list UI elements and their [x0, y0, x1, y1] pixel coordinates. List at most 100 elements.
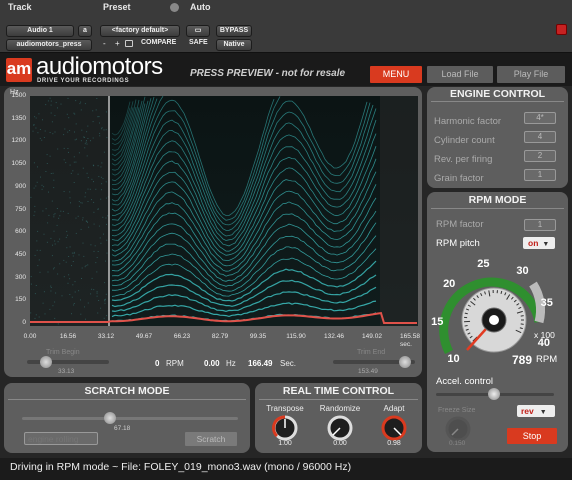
compare-button[interactable]: COMPARE	[141, 39, 176, 46]
rpm-factor-label: RPM factor	[436, 219, 484, 230]
gauge-tick-label: 30	[516, 265, 529, 278]
spectrogram-display[interactable]	[30, 96, 418, 326]
menu-button[interactable]: MENU	[370, 66, 422, 83]
y-tick-label: 600	[15, 228, 26, 236]
x-tick-label: 16.56	[59, 333, 77, 340]
engine-control-rows: Harmonic factor 4* Cylinder count 4 Rev.…	[434, 111, 556, 187]
divider	[431, 101, 564, 102]
rpm-mode-title: RPM MODE	[468, 194, 527, 206]
rpm-pitch-label: RPM pitch	[436, 238, 480, 249]
engine-row-harmonic: Harmonic factor 4*	[434, 111, 556, 130]
y-tick-label: 450	[15, 250, 26, 258]
brand-tagline: DRIVE YOUR RECORDINGS	[37, 78, 130, 84]
accel-slider-handle[interactable]	[488, 388, 500, 400]
rpm-readout: 789	[512, 353, 533, 367]
rpm-pitch-select[interactable]: on ▼	[523, 237, 555, 249]
harmonic-factor-label: Harmonic factor	[434, 116, 502, 127]
x-tick-label: 132.46	[324, 333, 344, 340]
trim-begin-handle[interactable]	[40, 356, 52, 368]
grain-factor-field[interactable]: 1	[524, 169, 556, 181]
y-tick-label: 300	[15, 273, 26, 281]
x-tick-label: 33.12	[97, 333, 115, 340]
sec-readout-value: 166.49	[248, 359, 273, 368]
gauge-tick-label: 20	[443, 278, 456, 291]
freeze-size-knob[interactable]	[444, 415, 472, 443]
x-tick-label: 66.23	[173, 333, 191, 340]
freeze-size-value: 0.150	[449, 440, 466, 447]
trim-end-handle[interactable]	[399, 356, 411, 368]
engine-row-rev: Rev. per firing 2	[434, 149, 556, 168]
trim-end-value: 153.49	[358, 368, 378, 375]
status-bar: Driving in RPM mode ~ File: FOLEY_019_mo…	[0, 458, 572, 480]
x-tick-label: 82.79	[211, 333, 229, 340]
track-label: Track	[8, 2, 32, 12]
transpose-label: Transpose	[266, 404, 304, 413]
rev-per-firing-label: Rev. per firing	[434, 154, 493, 165]
preset-menu-icon[interactable]	[170, 3, 179, 12]
gauge-tick-label: 10	[447, 352, 460, 365]
play-file-button[interactable]: Play File	[497, 66, 565, 83]
adapt-knob[interactable]	[380, 414, 408, 442]
safe-button[interactable]: SAFE	[189, 39, 208, 46]
trim-begin-value: 33.13	[58, 368, 75, 375]
plugin-window-icon[interactable]	[556, 24, 567, 35]
gauge-tick-label: 35	[540, 296, 553, 309]
y-tick-label: 0	[22, 319, 26, 326]
native-button[interactable]: Native	[216, 39, 252, 51]
randomize-knob[interactable]	[326, 414, 354, 442]
hz-readout-value: 0.00	[204, 359, 220, 368]
y-tick-label: 750	[15, 205, 26, 213]
x-tick-label: 49.67	[135, 333, 153, 340]
hz-readout-unit: Hz	[226, 359, 236, 368]
engine-control-title: ENGINE CONTROL	[449, 88, 546, 100]
copy-icon[interactable]	[125, 40, 133, 47]
scratch-mode-title: SCRATCH MODE	[84, 385, 170, 397]
gauge-tick-label: 25	[477, 257, 490, 270]
preset-prev-button[interactable]: -	[103, 39, 106, 48]
scratch-button[interactable]: Scratch	[185, 432, 237, 446]
direction-value: rev	[521, 406, 534, 416]
x-unit-label: sec.	[400, 341, 412, 348]
gauge-tick-label: 15	[431, 316, 444, 329]
adapt-value: 0.98	[387, 440, 401, 447]
auto-icon[interactable]: ▭	[186, 25, 210, 37]
cylinder-count-field[interactable]: 4	[524, 131, 556, 143]
preset-selector[interactable]: <factory default>	[100, 25, 180, 37]
preset-next-button[interactable]: +	[115, 39, 120, 48]
track-letter[interactable]: a	[78, 25, 92, 37]
chevron-down-icon: ▼	[542, 241, 550, 248]
y-tick-label: 1050	[11, 160, 26, 168]
scratch-slider-handle[interactable]	[104, 412, 116, 424]
auto-label: Auto	[190, 2, 211, 12]
scratch-slider-value: 67.18	[114, 425, 131, 432]
rpm-factor-field[interactable]: 1	[524, 219, 556, 231]
randomize-value: 0.00	[333, 440, 347, 447]
transpose-knob[interactable]	[271, 414, 299, 442]
rpm-readout-value: 0	[155, 359, 160, 368]
load-file-button[interactable]: Load File	[427, 66, 493, 83]
accel-control-label: Accel. control	[436, 376, 494, 387]
brand-logo: audiomotors	[36, 53, 163, 80]
scratch-status-input[interactable]	[24, 432, 98, 445]
harmonic-factor-field[interactable]: 4*	[524, 112, 556, 124]
stop-button[interactable]: Stop	[507, 428, 557, 444]
engine-row-grain: Grain factor 1	[434, 168, 556, 187]
randomize-label: Randomize	[319, 404, 361, 413]
rev-per-firing-field[interactable]: 2	[524, 150, 556, 162]
divider	[8, 399, 246, 400]
transpose-value: 1.00	[278, 440, 292, 447]
sec-readout-unit: Sec.	[280, 359, 297, 368]
chevron-down-icon: ▼	[539, 409, 547, 416]
realtime-control-title: REAL TIME CONTROL	[282, 385, 395, 397]
grain-factor-label: Grain factor	[434, 173, 484, 184]
direction-select[interactable]: rev ▼	[517, 405, 555, 417]
y-tick-label: 1350	[11, 114, 26, 122]
rpm-readout-unit: RPM	[166, 359, 184, 368]
plugin-selector[interactable]: audiomotors_press	[6, 39, 92, 51]
y-tick-label: 1500	[11, 92, 26, 99]
bypass-button[interactable]: BYPASS	[216, 25, 252, 37]
trimmed-region-end	[380, 96, 418, 326]
x-tick-label: 115.90	[286, 333, 306, 340]
y-tick-label: 1200	[11, 137, 26, 145]
track-selector[interactable]: Audio 1	[6, 25, 74, 37]
